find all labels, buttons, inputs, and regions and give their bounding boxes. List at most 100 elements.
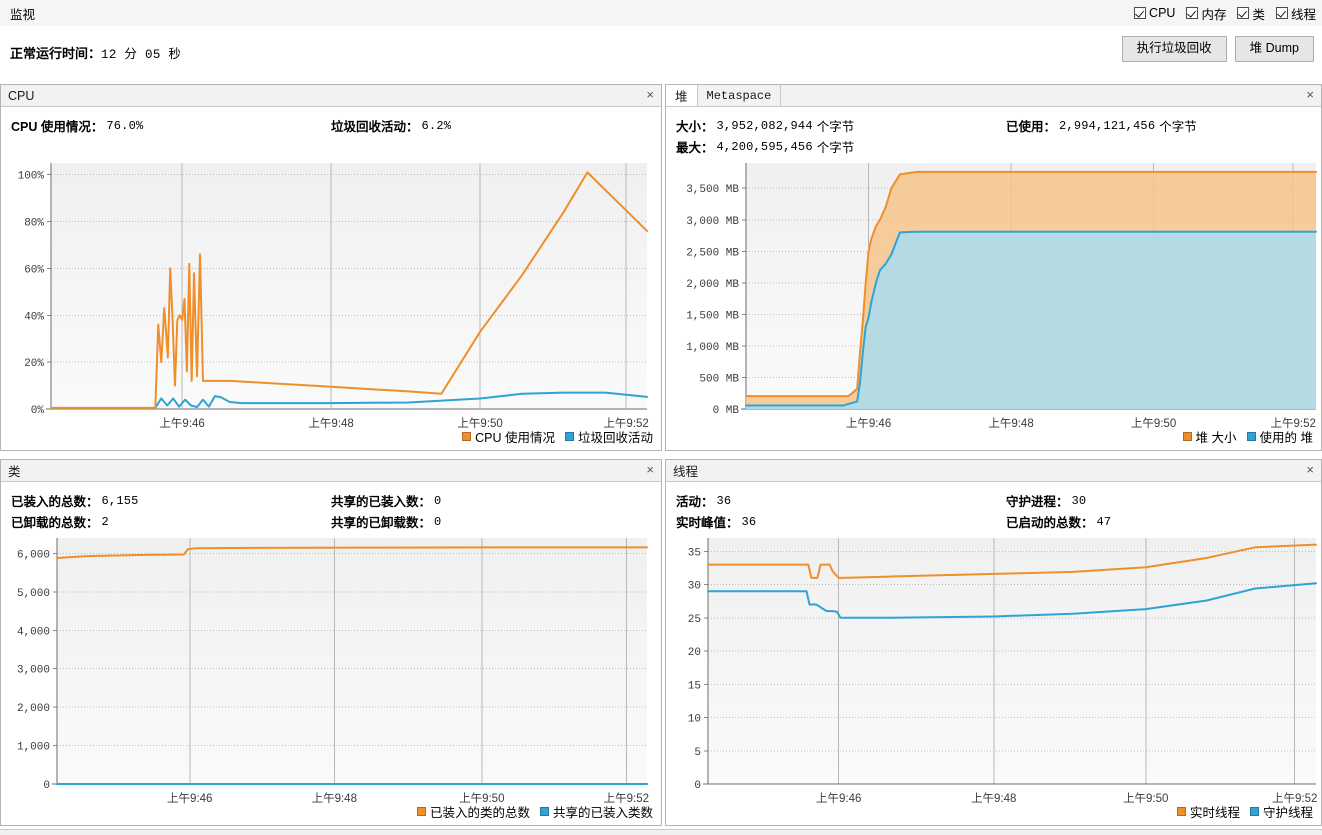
threads-stats: 活动： 36 守护进程： 30 实时峰值： 36 已启动的总数： 47 [666, 482, 1321, 531]
svg-text:上午9:48: 上午9:48 [308, 417, 353, 430]
svg-text:5: 5 [694, 747, 701, 759]
checkbox-icon[interactable] [1275, 7, 1288, 19]
toggle-threads[interactable]: 线程 [1275, 4, 1316, 23]
legend-classes-shared-label: 共享的已装入类数 [552, 806, 653, 820]
svg-text:4,000: 4,000 [17, 626, 50, 638]
cpu-usage-label: CPU 使用情况： [11, 120, 104, 134]
close-icon[interactable]: × [1306, 462, 1314, 478]
heap-panel-tabs: 堆 Metaspace [666, 85, 782, 106]
cpu-chart-svg[interactable]: 0%20%40%60%80%100%上午9:46 上午9:48 上午9:50 上午9:… [1, 153, 661, 449]
toggle-classes[interactable]: 类 [1237, 4, 1265, 23]
display-toggles: CPU 内存 类 线程 [1134, 4, 1322, 23]
perform-gc-button[interactable]: 执行垃圾回收 [1121, 36, 1227, 62]
threads-panel-title: 线程 [673, 465, 699, 479]
svg-text:10: 10 [688, 714, 701, 726]
classes-panel: 类 × 已装入的总数： 6,155 共享的已装入数： 0 已卸载的总数： 2 共… [0, 459, 662, 826]
heap-size-value: 3,952,082,944 [716, 118, 813, 133]
svg-text:40%: 40% [24, 311, 44, 323]
toggle-cpu[interactable]: CPU [1134, 6, 1175, 20]
classes-panel-header: 类 × [1, 460, 661, 482]
legend-gc-activity-label: 垃圾回收活动 [577, 431, 653, 445]
svg-text:20: 20 [688, 647, 701, 659]
heap-size-unit: 个字节 [816, 120, 855, 134]
close-icon[interactable]: × [646, 87, 654, 103]
classes-shared-loaded-label: 共享的已装入数： [331, 495, 432, 509]
svg-text:上午9:50: 上午9:50 [1123, 792, 1168, 805]
heap-chart-svg[interactable]: 0 MB 500 MB 1,000 MB 1,500 MB 2,000 MB 2,500 … [666, 153, 1321, 449]
legend-heap-size: 堆 大小 [1182, 427, 1237, 446]
cpu-panel: CPU × CPU 使用情况： 76.0% 垃圾回收活动： 6.2% 0% 20%… [0, 84, 662, 451]
svg-text:60%: 60% [24, 264, 44, 276]
heap-stats: 大小： 3,952,082,944 个字节 已使用： 2,994,121,456… [666, 107, 1321, 156]
threads-started-total-value: 47 [1096, 514, 1112, 529]
threads-panel: 线程 × 活动： 36 守护进程： 30 实时峰值： 36 已启动的总数： 47… [665, 459, 1322, 826]
bottom-edge [0, 829, 1322, 835]
classes-unloaded-total-value: 2 [101, 514, 109, 529]
threads-daemon-value: 30 [1071, 493, 1087, 508]
toggle-classes-label: 类 [1252, 7, 1265, 22]
cpu-usage-stat: CPU 使用情况： 76.0% [11, 115, 143, 136]
gc-activity-value: 6.2% [421, 118, 452, 133]
close-icon[interactable]: × [1306, 87, 1314, 103]
close-icon[interactable]: × [646, 462, 654, 478]
legend-swatch-icon [539, 807, 549, 816]
legend-swatch-icon [416, 807, 426, 816]
toggle-threads-label: 线程 [1290, 7, 1316, 22]
svg-text:25: 25 [688, 614, 701, 626]
checkbox-icon[interactable] [1134, 7, 1147, 19]
tab-metaspace[interactable]: Metaspace [697, 85, 782, 106]
top-bar: 监视 CPU 内存 类 线程 [0, 0, 1322, 27]
threads-peak-value: 36 [741, 514, 757, 529]
checkbox-icon[interactable] [1237, 7, 1250, 19]
legend-swatch-icon [1176, 807, 1186, 816]
heap-panel-header: 堆 Metaspace × [666, 85, 1321, 107]
cpu-panel-title: CPU [8, 88, 35, 103]
tab-heap[interactable]: 堆 [666, 85, 698, 106]
svg-text:0: 0 [694, 780, 701, 792]
gc-activity-label: 垃圾回收活动： [331, 120, 419, 134]
toggle-cpu-label: CPU [1149, 6, 1176, 20]
heap-chart[interactable]: 0 MB 500 MB 1,000 MB 1,500 MB 2,000 MB 2,500 … [666, 153, 1321, 449]
legend-live-threads: 实时线程 [1176, 802, 1240, 821]
threads-chart-legend: 实时线程 守护线程 [1176, 802, 1313, 821]
checkbox-icon[interactable] [1186, 7, 1199, 19]
cpu-chart[interactable]: 0% 20% 40% 60% 80% 100% 上午9:46 上午9:48 上午9:50 上午9:… [1, 153, 661, 449]
heap-panel: 堆 Metaspace × 大小： 3,952,082,944 个字节 已使用：… [665, 84, 1322, 451]
svg-text:1,000 MB: 1,000 MB [686, 342, 739, 354]
toggle-memory[interactable]: 内存 [1186, 4, 1226, 23]
svg-text:2,000 MB: 2,000 MB [686, 279, 739, 291]
svg-text:上午9:46: 上午9:46 [846, 417, 891, 430]
classes-shared-unloaded-value: 0 [434, 514, 442, 529]
view-title: 监视 [10, 7, 36, 22]
threads-panel-header: 线程 × [666, 460, 1321, 482]
threads-daemon-label: 守护进程： [1006, 495, 1069, 509]
threads-chart[interactable]: 0 5 10 15 20 25 30 35 上午9:46 上午9:48 上午9:50 上午9:52 实… [666, 528, 1321, 824]
classes-panel-title: 类 [8, 465, 21, 479]
classes-stats: 已装入的总数： 6,155 共享的已装入数： 0 已卸载的总数： 2 共享的已卸… [1, 482, 661, 531]
classes-chart-svg[interactable]: 0 1,000 2,000 3,000 4,000 5,000 6,000 上午9:46 上午9… [1, 528, 661, 824]
toggle-memory-label: 内存 [1201, 7, 1227, 22]
svg-text:3,000 MB: 3,000 MB [686, 216, 739, 228]
legend-swatch-icon [1182, 432, 1192, 441]
threads-daemon-stat: 守护进程： 30 [1006, 490, 1086, 511]
legend-cpu-usage: CPU 使用情况 [462, 427, 555, 446]
gc-activity-stat: 垃圾回收活动： 6.2% [331, 115, 451, 136]
legend-heap-size-label: 堆 大小 [1195, 431, 1237, 445]
svg-text:80%: 80% [24, 218, 44, 230]
svg-text:3,000: 3,000 [17, 665, 50, 677]
heap-used-stat: 已使用： 2,994,121,456 个字节 [1006, 115, 1197, 136]
legend-classes-loaded: 已装入的类的总数 [416, 802, 530, 821]
svg-text:上午9:50: 上午9:50 [1131, 417, 1176, 430]
heap-dump-button[interactable]: 堆 Dump [1234, 36, 1314, 62]
classes-chart-legend: 已装入的类的总数 共享的已装入类数 [416, 802, 653, 821]
legend-heap-used-label: 使用的 堆 [1259, 431, 1313, 445]
threads-chart-svg[interactable]: 05101520253035上午9:46 上午9:48 上午9:50 上午9:52 [666, 528, 1321, 824]
classes-chart[interactable]: 0 1,000 2,000 3,000 4,000 5,000 6,000 上午9:46 上午9… [1, 528, 661, 824]
threads-live-label: 活动： [676, 495, 714, 509]
svg-text:30: 30 [688, 581, 701, 593]
svg-text:15: 15 [688, 680, 701, 692]
action-buttons: 执行垃圾回收 堆 Dump [1121, 36, 1314, 62]
svg-text:0: 0 [43, 780, 50, 792]
uptime-row: 正常运行时间：12 分 05 秒 [10, 43, 181, 62]
svg-text:上午9:46: 上午9:46 [167, 792, 212, 805]
